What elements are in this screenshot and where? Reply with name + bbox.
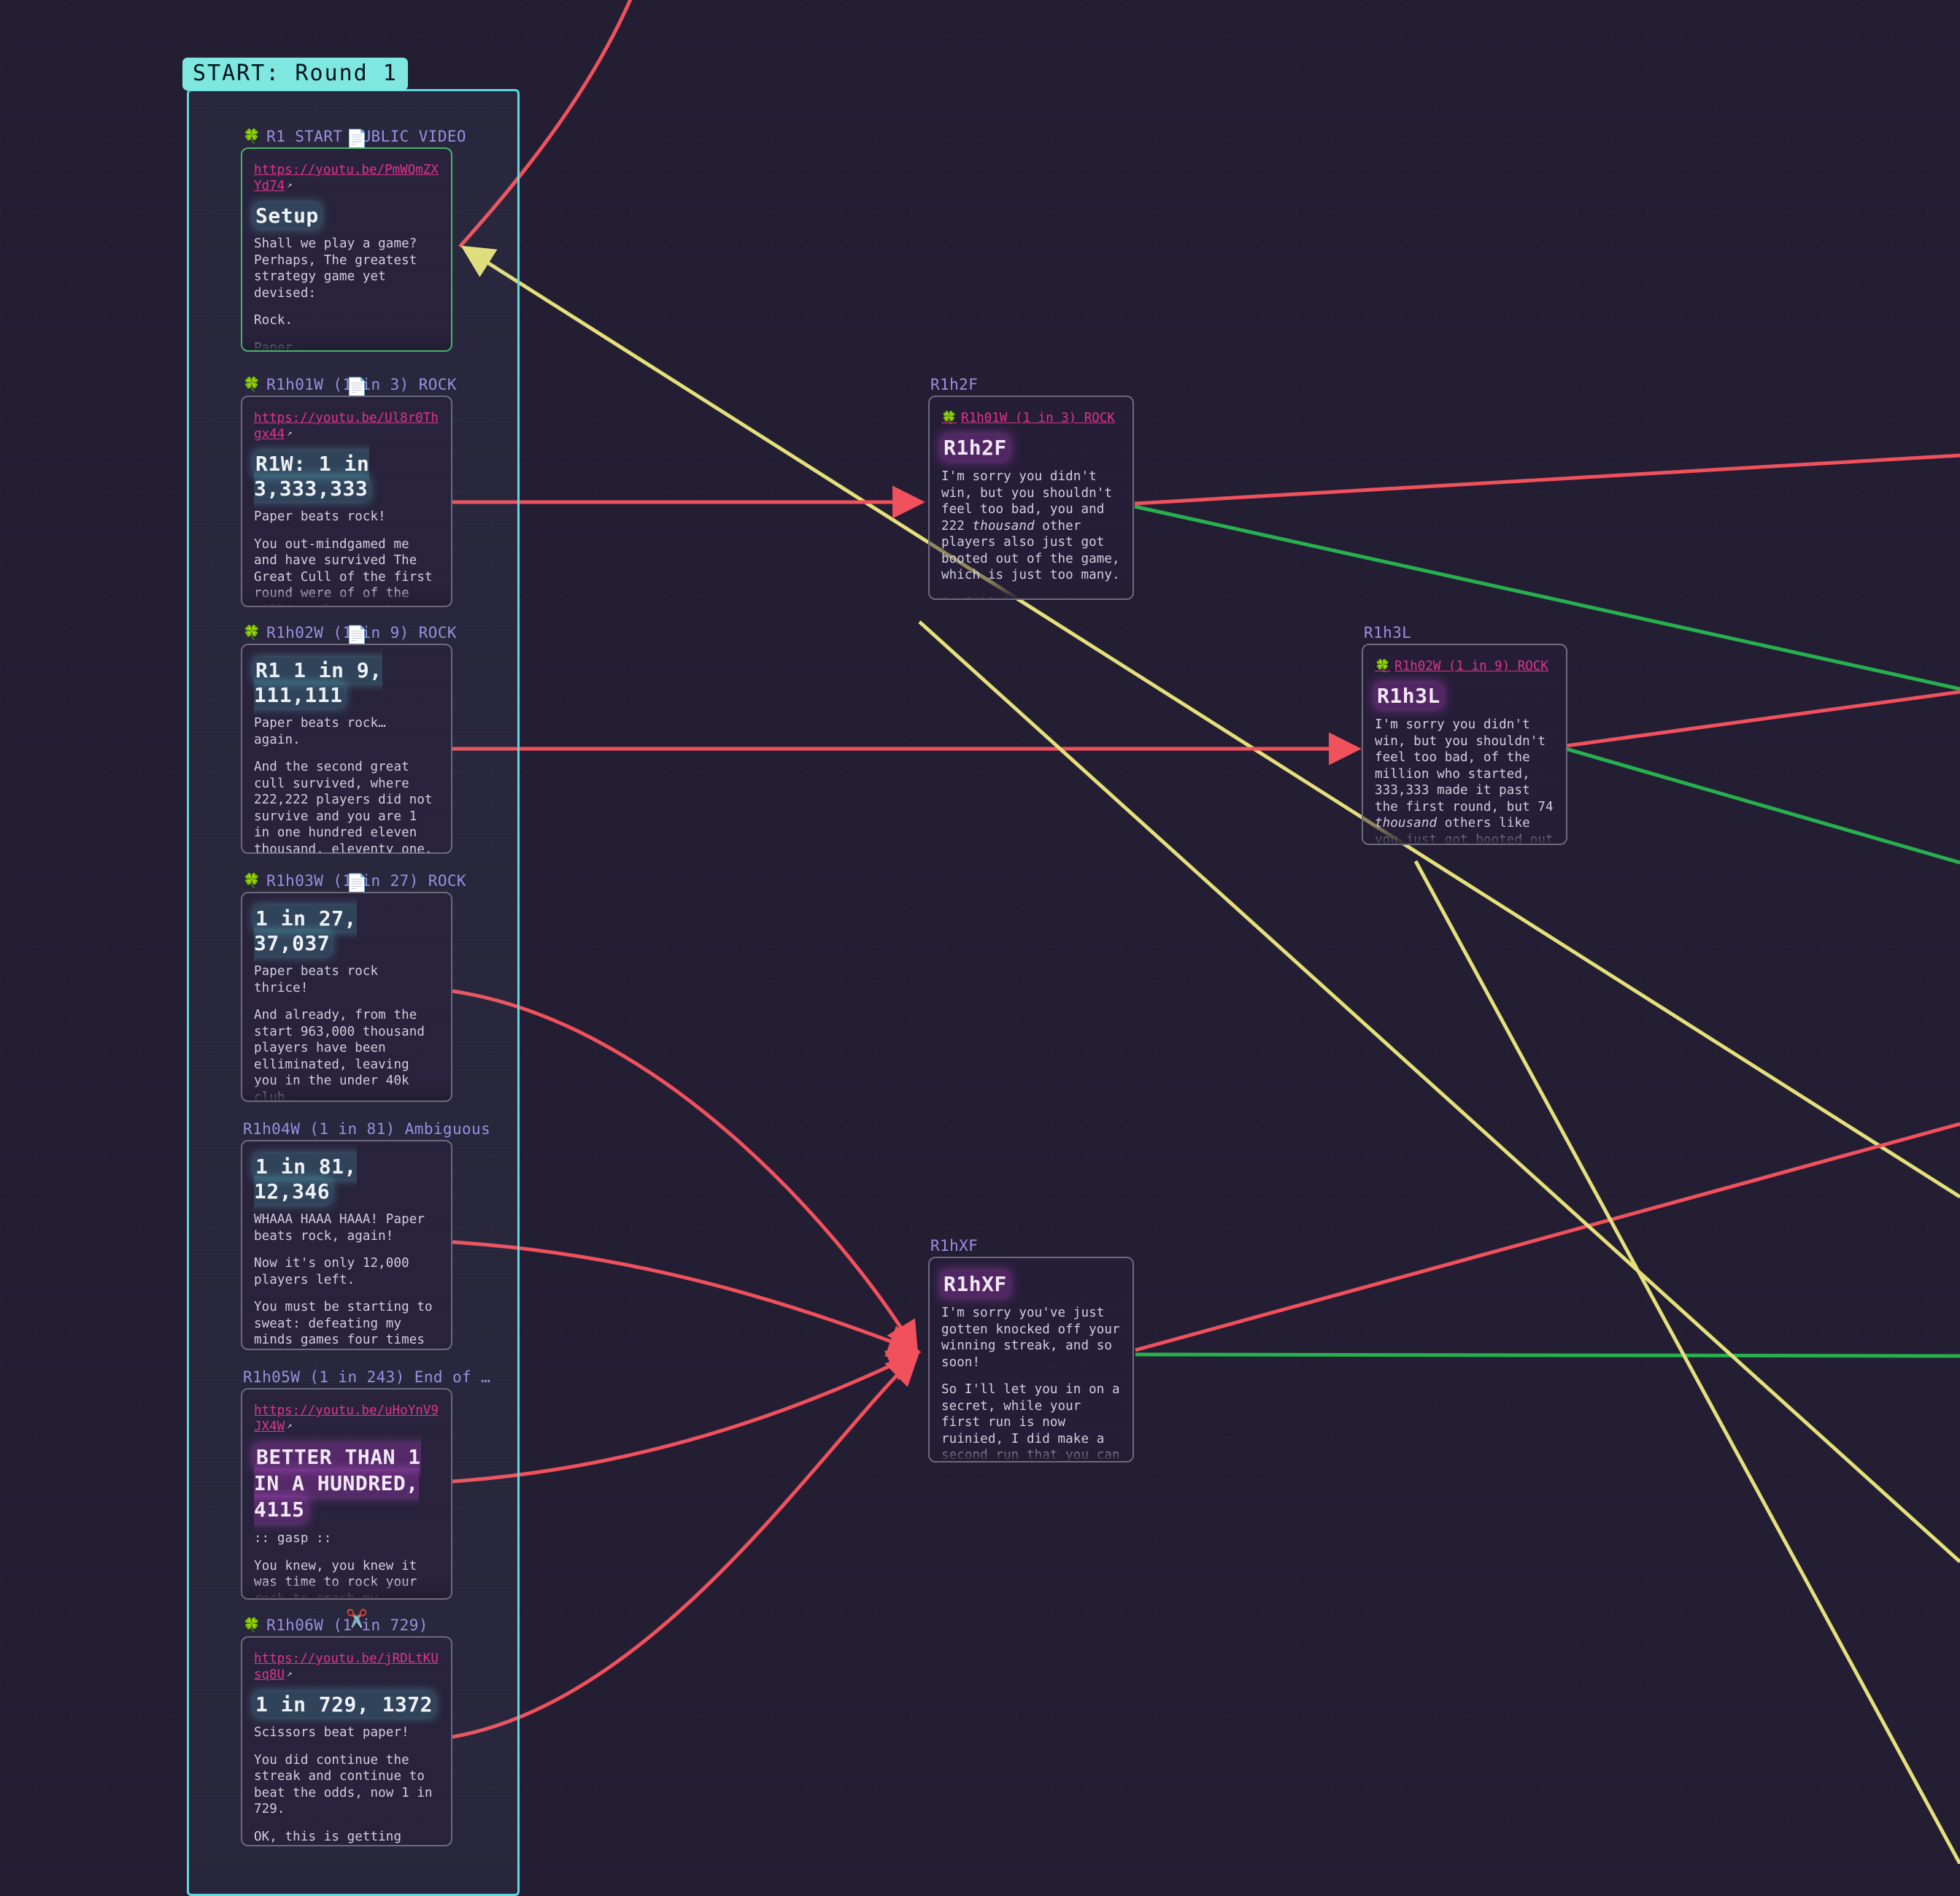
overflow-fade xyxy=(242,331,451,350)
node-r1h05w[interactable]: R1h05W (1 in 243) End of … https://youtu… xyxy=(241,1366,490,1600)
node-r1hxf[interactable]: R1hXF R1hXF I'm sorry you've just gotten… xyxy=(928,1235,1134,1463)
node-heading: R1W: 1 in 3,333,333 xyxy=(254,451,370,501)
node-paragraph: OK, this is getting interesting, let's g… xyxy=(254,1829,402,1844)
external-link-icon: ↗ xyxy=(287,1668,293,1679)
node-heading: 1 in 27, 37,037 xyxy=(254,906,357,956)
scissors-icon: ✂️ xyxy=(346,1608,368,1629)
node-reference-link[interactable]: 🍀 R1h02W (1 in 9) ROCK xyxy=(1375,658,1554,674)
external-link-icon: ↗ xyxy=(287,180,293,190)
youtube-link[interactable]: https://youtu.be/jRDLtKUsq8U ↗ xyxy=(254,1651,439,1684)
node-title: R1hXF xyxy=(928,1235,1134,1257)
node-title: R1h2F xyxy=(928,374,1134,396)
node-title-text: R1h05W (1 in 243) End of … xyxy=(243,1368,491,1386)
node-heading: R1h3L xyxy=(1375,683,1443,709)
node-paragraph: You must be starting to sweat: defeating… xyxy=(254,1300,433,1347)
node-title-text: R1hXF xyxy=(930,1237,979,1255)
node-paragraph: Shall we play a game? Perhaps, The great… xyxy=(254,236,417,301)
overflow-fade xyxy=(242,1579,451,1598)
overflow-fade xyxy=(242,1082,451,1101)
node-heading: Setup xyxy=(254,203,320,228)
node-r1h02w[interactable]: 🍀 R1h02W (1 in 9) ROCK 📄 R1 1 in 9, 111,… xyxy=(241,622,457,854)
node-title-text: R1h2F xyxy=(930,376,979,393)
node-paragraph: And the second great cull survived, wher… xyxy=(254,760,433,854)
node-body: 🍀 R1h02W (1 in 9) ROCK R1h3L I'm sorry y… xyxy=(1362,644,1567,845)
youtube-link[interactable]: https://youtu.be/Ul8r0Thgx44 ↗ xyxy=(254,410,439,443)
group-label-round-1: START: Round 1 xyxy=(182,58,408,90)
external-link-icon: ↗ xyxy=(287,1420,293,1430)
clover-icon: 🍀 xyxy=(941,411,957,425)
external-link-icon: ↗ xyxy=(287,428,293,438)
clover-icon: 🍀 xyxy=(243,377,261,393)
overflow-fade xyxy=(930,1442,1133,1461)
node-title-text: R1h04W (1 in 81) Ambiguous xyxy=(243,1120,491,1138)
node-body: https://youtu.be/Ul8r0Thgx44 ↗ R1W: 1 in … xyxy=(241,396,452,607)
clover-icon: 🍀 xyxy=(243,1617,261,1633)
node-title: R1h3L xyxy=(1362,622,1567,644)
overflow-fade xyxy=(930,579,1133,598)
node-heading: BETTER THAN 1 IN A HUNDRED, 4115 xyxy=(254,1444,421,1522)
node-body: https://youtu.be/PmWQmZXYd74 ↗ Setup Shal… xyxy=(241,147,452,352)
node-heading: 1 in 81, 12,346 xyxy=(254,1154,357,1204)
node-paragraph: WHAAA HAAA HAAA! Paper beats rock, again… xyxy=(254,1212,425,1244)
node-title: R1h05W (1 in 243) End of … xyxy=(241,1366,490,1388)
node-r1h2f[interactable]: R1h2F 🍀 R1h01W (1 in 3) ROCK R1h2F I'm s… xyxy=(928,374,1134,600)
node-heading: R1h2F xyxy=(941,435,1009,460)
overflow-fade xyxy=(1363,825,1566,844)
node-r1h06w[interactable]: 🍀 R1h06W (1 in 729) ✂️ https://youtu.be/… xyxy=(241,1608,452,1846)
node-body: 1 in 27, 37,037 Paper beats rock thrice!… xyxy=(241,892,452,1102)
node-body: R1hXF I'm sorry you've just gotten knock… xyxy=(928,1257,1134,1463)
node-heading: R1hXF xyxy=(941,1271,1009,1297)
node-heading: 1 in 729, 1372 xyxy=(254,1692,435,1717)
node-r1h3l[interactable]: R1h3L 🍀 R1h02W (1 in 9) ROCK R1h3L I'm s… xyxy=(1362,622,1567,845)
clover-icon: 🍀 xyxy=(1375,659,1391,674)
node-r1h03w[interactable]: 🍀 R1h03W (1 in 27) ROCK 📄 1 in 27, 37,03… xyxy=(241,870,466,1102)
clover-icon: 🍀 xyxy=(243,625,261,641)
node-body: R1 1 in 9, 111,111 Paper beats rock… aga… xyxy=(241,644,452,854)
node-paragraph: Scissors beat paper! xyxy=(254,1725,409,1740)
node-paragraph: Now it's only 12,000 players left. xyxy=(254,1256,409,1287)
node-paragraph: :: gasp :: xyxy=(254,1531,332,1546)
node-paragraph: You did continue the streak and continue… xyxy=(254,1752,433,1817)
youtube-link[interactable]: https://youtu.be/PmWQmZXYd74 ↗ xyxy=(254,162,439,195)
node-paragraph: Paper beats rock… again. xyxy=(254,716,386,747)
node-r1h04w[interactable]: R1h04W (1 in 81) Ambiguous 1 in 81, 12,3… xyxy=(241,1118,490,1350)
overflow-fade xyxy=(242,587,451,606)
node-body: 🍀 R1h01W (1 in 3) ROCK R1h2F I'm sorry y… xyxy=(928,396,1134,600)
node-paragraph: Rock. xyxy=(254,313,293,328)
node-title: R1h04W (1 in 81) Ambiguous xyxy=(241,1118,490,1140)
node-paragraph: Paper beats rock! xyxy=(254,509,386,524)
node-heading: R1 1 in 9, 111,111 xyxy=(254,658,382,708)
node-body: 1 in 81, 12,346 WHAAA HAAA HAAA! Paper b… xyxy=(241,1140,452,1350)
node-r1-start-public-video[interactable]: 🍀 R1 START PUBLIC VIDEO 📄 https://youtu.… xyxy=(241,126,466,352)
clover-icon: 🍀 xyxy=(243,873,261,889)
youtube-link[interactable]: https://youtu.be/uHoYnV9JX4W ↗ xyxy=(254,1403,439,1436)
node-reference-link[interactable]: 🍀 R1h01W (1 in 3) ROCK xyxy=(941,410,1121,426)
node-body: https://youtu.be/jRDLtKUsq8U ↗ 1 in 729, … xyxy=(241,1636,452,1846)
node-r1h01w[interactable]: 🍀 R1h01W (1 in 3) ROCK 📄 https://youtu.b… xyxy=(241,374,457,607)
node-paragraph: I'm sorry you didn't win, but you should… xyxy=(941,469,1120,582)
node-title-text: R1h3L xyxy=(1364,624,1412,641)
node-paragraph: Paper beats rock thrice! xyxy=(254,964,379,995)
node-body: https://youtu.be/uHoYnV9JX4W ↗ BETTER THA… xyxy=(241,1388,452,1600)
clover-icon: 🍀 xyxy=(243,128,261,144)
node-paragraph: I'm sorry you've just gotten knocked off… xyxy=(941,1306,1120,1370)
